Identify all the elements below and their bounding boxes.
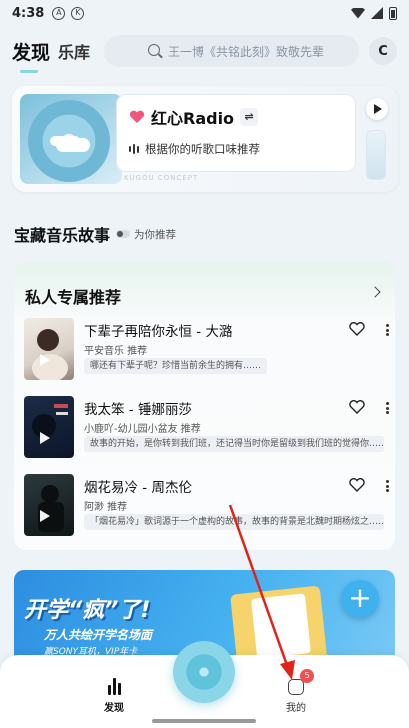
heart-icon — [129, 110, 145, 123]
top-bar: 发现 乐库 王一博《共铭此刻》致敬先辈 C — [12, 34, 397, 73]
home-indicator — [152, 719, 256, 723]
private-recommend-card: 私人专属推荐 下辈子再陪你永恒 - 大潞 平安音乐 推荐 哪还有下辈子呢？珍惜当… — [14, 262, 395, 550]
portrait-image — [32, 329, 68, 380]
section-title: 宝藏音乐故事 — [14, 226, 111, 245]
song-thumbnail — [24, 318, 74, 380]
toggle-icon[interactable] — [116, 230, 131, 238]
cloud-decoration — [56, 138, 90, 152]
sound-wave-icon — [129, 144, 139, 154]
song-description: 故事的开始，是你转到我们班，还记得当时你是留级到我们班的觉得你…… — [84, 436, 384, 452]
song-item[interactable]: 我太笨 - 锤娜丽莎 小鹿吖-幼儿园小盆友 推荐 故事的开始，是你转到我们班，还… — [24, 396, 389, 460]
play-button[interactable] — [366, 98, 388, 120]
song-recommender: 阿渺 推荐 — [84, 502, 128, 513]
recommend-title: 私人专属推荐 — [25, 288, 122, 307]
song-item[interactable]: 烟花易冷 - 周杰伦 阿渺 推荐 「烟花易冷」歌词源于一个虚构的故事，故事的背景… — [24, 474, 389, 538]
bottom-nav: 发现 5 我的 — [0, 641, 409, 728]
battery-icon — [389, 6, 397, 20]
nav-me-label: 我的 — [286, 703, 306, 714]
song-description: 「烟花易冷」歌词源于一个虚构的故事，故事的背景是北魏时期杨炫之…… — [84, 514, 384, 530]
signal-icon — [371, 7, 383, 19]
song-item[interactable]: 下辈子再陪你永恒 - 大潞 平安音乐 推荐 哪还有下辈子呢？珍惜当前余生的拥有…… — [24, 318, 389, 382]
switch-icon[interactable]: ⇌ — [240, 108, 259, 126]
song-description: 哪还有下辈子呢？珍惜当前余生的拥有…… — [84, 358, 268, 374]
like-heart-icon[interactable] — [349, 400, 365, 414]
song-title: 烟花易冷 - 周杰伦 — [84, 480, 192, 496]
discover-icon — [84, 677, 144, 695]
add-button[interactable]: + — [341, 580, 379, 618]
song-thumbnail — [24, 474, 74, 536]
radio-info[interactable]: 红心Radio ⇌ 根据你的听歌口味推荐 — [116, 94, 356, 172]
section-hint: 为你推荐 — [134, 228, 177, 241]
nav-discover[interactable]: 发现 — [84, 677, 144, 714]
section-heading: 宝藏音乐故事 为你推荐 — [14, 222, 176, 246]
tab-library[interactable]: 乐库 — [58, 39, 90, 63]
like-heart-icon[interactable] — [349, 478, 365, 492]
banner-headline: 开学“疯”了! — [24, 598, 151, 623]
search-placeholder: 王一博《共铭此刻》致敬先辈 — [168, 44, 325, 59]
recognize-button[interactable]: C — [369, 37, 397, 65]
radio-next-card[interactable] — [366, 130, 386, 180]
notification-badge: 5 — [300, 669, 314, 683]
song-recommender: 小鹿吖-幼儿园小盆友 推荐 — [84, 424, 201, 435]
chevron-right-icon[interactable] — [369, 286, 381, 298]
album-art-image — [32, 404, 68, 438]
more-icon[interactable] — [386, 402, 389, 414]
nav-me[interactable]: 5 我的 — [266, 669, 326, 714]
song-thumbnail — [24, 396, 74, 458]
status-time: 4:38 — [12, 5, 45, 21]
search-icon — [148, 44, 161, 56]
radio-subtitle: 根据你的听歌口味推荐 — [145, 142, 260, 156]
play-overlay-icon — [40, 510, 50, 522]
radio-cover-image — [20, 94, 122, 184]
wifi-icon — [351, 7, 365, 19]
more-icon[interactable] — [386, 480, 389, 492]
radio-title: 红心Radio — [151, 109, 235, 128]
kugou-concept-label: KUGOU CONCEPT — [124, 174, 199, 182]
album-art-image — [38, 485, 64, 532]
song-title: 下辈子再陪你永恒 - 大潞 — [84, 324, 233, 340]
play-overlay-icon — [40, 354, 50, 366]
canvas-illustration — [251, 593, 311, 659]
status-bar: 4:38 A K — [0, 0, 409, 26]
tab-discover[interactable]: 发现 — [12, 38, 50, 73]
song-title: 我太笨 - 锤娜丽莎 — [84, 402, 192, 418]
notification-k-icon: K — [71, 6, 85, 20]
play-overlay-icon — [40, 432, 50, 444]
now-playing-disc-button[interactable] — [173, 641, 235, 703]
like-heart-icon[interactable] — [349, 322, 365, 336]
song-recommender: 平安音乐 推荐 — [84, 346, 148, 357]
banner-line2: 万人共绘开学名场面 — [44, 628, 153, 642]
search-input[interactable]: 王一博《共铭此刻》致敬先辈 — [104, 35, 359, 67]
notification-a-icon: A — [52, 6, 66, 20]
heart-radio-card[interactable]: 红心Radio ⇌ 根据你的听歌口味推荐 KUGOU CONCEPT — [12, 86, 398, 192]
more-icon[interactable] — [386, 324, 389, 336]
nav-discover-label: 发现 — [104, 703, 124, 714]
